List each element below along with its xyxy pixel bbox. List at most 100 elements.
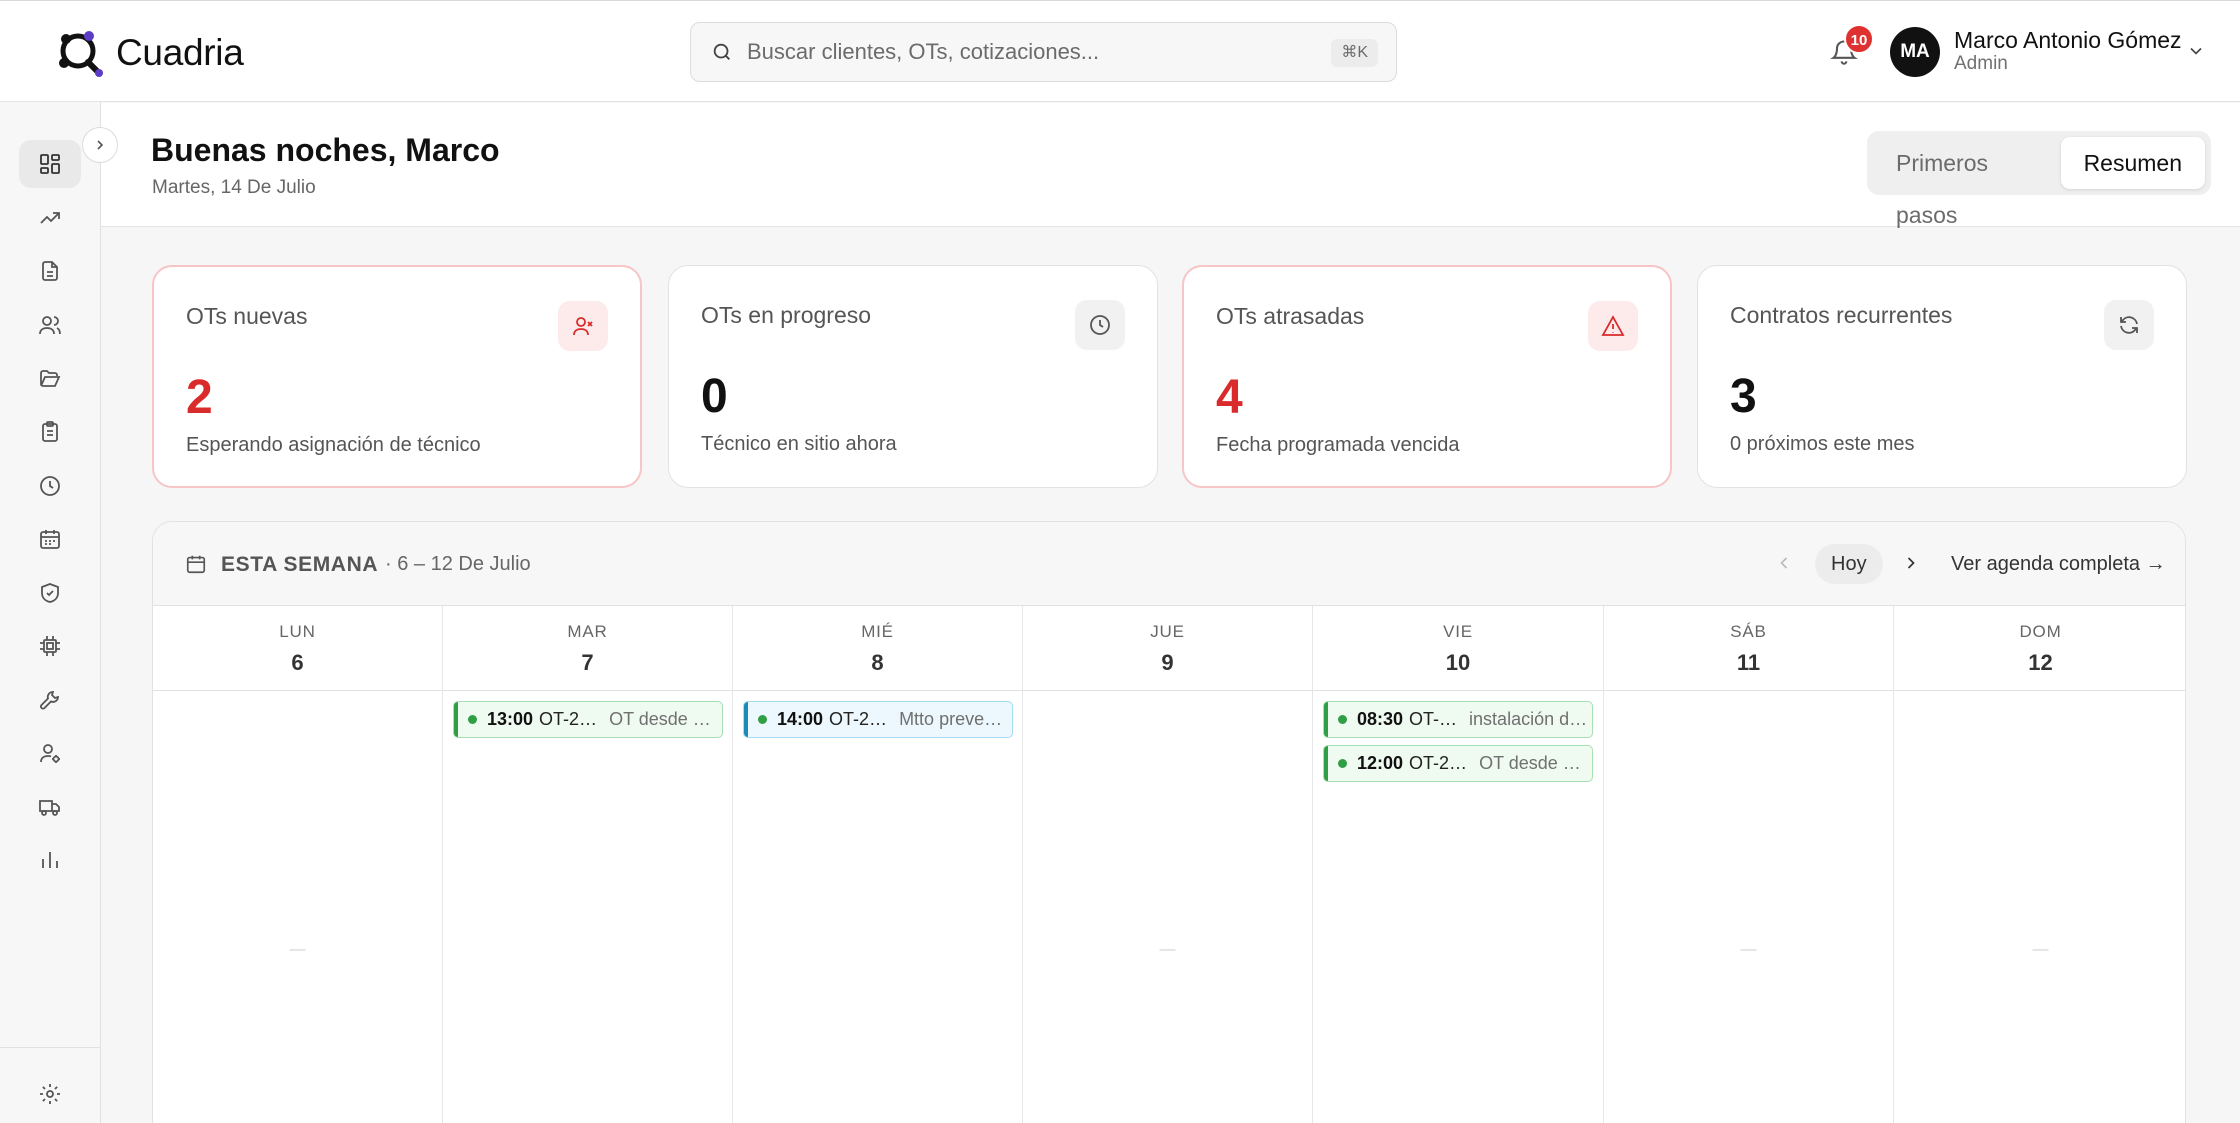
empty-day-marker: —	[1159, 941, 1176, 958]
day-name: LUN	[279, 622, 316, 641]
stat-card-value: 2	[186, 371, 213, 424]
trending-up-icon	[40, 212, 60, 224]
sidebar-item-trends[interactable]	[19, 194, 81, 242]
sidebar-item-projects[interactable]	[19, 354, 81, 402]
today-button[interactable]: Hoy	[1815, 544, 1883, 584]
day-header: SÁB 11	[1604, 606, 1893, 691]
event-code: OT-2…	[1409, 753, 1468, 773]
stat-card-value: 3	[1730, 370, 1757, 423]
chevron-left-icon	[1780, 557, 1788, 569]
search-shortcut: ⌘K	[1331, 39, 1378, 67]
stat-card-new-wo[interactable]: OTs nuevas 2 Esperando asignación de téc…	[152, 265, 642, 488]
user-menu-chevron[interactable]	[2186, 41, 2206, 66]
stat-card-value: 0	[701, 370, 728, 423]
sidebar-item-history[interactable]	[19, 462, 81, 510]
calendar-header: ESTA SEMANA · 6 – 12 De Julio Hoy Ver ag…	[153, 522, 2185, 606]
stat-card-subtitle: Fecha programada vencida	[1216, 434, 1460, 456]
day-column-fri: VIE 10 08:30 OT-… instalación d… 12:00 O…	[1313, 606, 1604, 1123]
previous-week-button[interactable]	[1774, 552, 1794, 579]
stat-card-icon	[1075, 300, 1125, 350]
sidebar-item-fleet[interactable]	[19, 783, 81, 831]
sidebar-item-reports[interactable]	[19, 836, 81, 884]
stat-card-value: 4	[1216, 371, 1243, 424]
stat-card-title: OTs atrasadas	[1216, 303, 1365, 329]
stat-card-overdue-wo[interactable]: OTs atrasadas 4 Fecha programada vencida	[1182, 265, 1672, 488]
event-time: 13:00	[487, 709, 534, 729]
day-name: MIÉ	[861, 622, 894, 641]
day-name: DOM	[2019, 622, 2062, 641]
day-header: MIÉ 8	[733, 606, 1022, 691]
day-name: SÁB	[1730, 622, 1767, 641]
user-x-icon	[573, 317, 593, 336]
user-name[interactable]: Marco Antonio Gómez	[1954, 27, 2182, 54]
sidebar-item-clients[interactable]	[19, 301, 81, 349]
stat-card-in-progress-wo[interactable]: OTs en progreso 0 Técnico en sitio ahora	[668, 265, 1158, 488]
sidebar-item-documents[interactable]	[19, 247, 81, 295]
user-role: Admin	[1954, 53, 2008, 74]
status-dot	[758, 715, 767, 724]
user-cog-icon	[40, 744, 60, 763]
event-title: OT desde …	[609, 709, 711, 729]
calendar-range: · 6 – 12 De Julio	[385, 553, 531, 575]
folder-open-icon	[40, 370, 61, 387]
sidebar-item-tasks[interactable]	[19, 408, 81, 456]
full-agenda-link[interactable]: Ver agenda completa →	[1951, 553, 2166, 576]
stat-card-subtitle: 0 próximos este mes	[1730, 433, 1915, 455]
clock-icon	[40, 476, 60, 496]
sidebar-item-tools[interactable]	[19, 676, 81, 724]
event-time: 12:00	[1357, 753, 1404, 773]
bar-chart-icon	[42, 852, 58, 868]
sidebar-item-dashboard[interactable]	[19, 140, 81, 188]
day-header: MAR 7	[443, 606, 732, 691]
day-column-thu: JUE 9 —	[1023, 606, 1313, 1123]
day-column-wed: MIÉ 8 14:00 OT-2… Mtto preve…	[733, 606, 1023, 1123]
calendar-event[interactable]: 08:30 OT-… instalación d…	[1323, 701, 1593, 738]
day-header: LUN 6	[153, 606, 442, 691]
sidebar-collapse-button[interactable]	[82, 127, 118, 163]
calendar-event[interactable]: 13:00 OT-2… OT desde …	[453, 701, 723, 738]
search-input[interactable]: Buscar clientes, OTs, cotizaciones... ⌘K	[690, 22, 1397, 82]
sidebar-item-technicians[interactable]	[19, 729, 81, 777]
status-dot	[468, 715, 477, 724]
day-column-sat: SÁB 11 —	[1604, 606, 1894, 1123]
sidebar-item-calendar[interactable]	[19, 515, 81, 563]
day-column-sun: DOM 12 —	[1894, 606, 2185, 1123]
stat-card-icon	[1588, 301, 1638, 351]
users-icon	[39, 316, 61, 335]
stat-card-icon	[558, 301, 608, 351]
stat-card-recurring-contracts[interactable]: Contratos recurrentes 3 0 próximos este …	[1697, 265, 2187, 488]
chevron-right-icon	[97, 140, 104, 150]
chevron-right-icon	[1907, 557, 1915, 569]
day-header: VIE 10	[1313, 606, 1603, 691]
empty-day-marker: —	[1740, 941, 1757, 958]
stat-card-icon	[2104, 300, 2154, 350]
calendar-title: ESTA SEMANA	[221, 553, 379, 576]
document-icon	[42, 261, 58, 281]
avatar[interactable]: MA	[1890, 27, 1940, 77]
calendar-event[interactable]: 14:00 OT-2… Mtto preve…	[743, 701, 1013, 738]
day-column-mon: LUN 6 —	[153, 606, 443, 1123]
event-time: 08:30	[1357, 709, 1404, 729]
sidebar-item-settings[interactable]	[19, 1070, 81, 1118]
empty-day-marker: —	[2032, 941, 2049, 958]
tab-primeros-pasos[interactable]: Primeros pasos	[1873, 137, 2055, 228]
page-title: Buenas noches, Marco	[151, 132, 500, 168]
stat-card-title: OTs nuevas	[186, 303, 308, 329]
calendar-event[interactable]: 12:00 OT-2… OT desde …	[1323, 745, 1593, 782]
day-name: VIE	[1443, 622, 1473, 641]
next-week-button[interactable]	[1901, 552, 1921, 579]
status-dot	[1338, 759, 1347, 768]
top-bar: Cuadria Buscar clientes, OTs, cotizacion…	[0, 0, 2240, 102]
dashboard-icon	[40, 154, 60, 174]
tab-resumen[interactable]: Resumen	[2060, 137, 2205, 189]
refresh-icon	[2120, 316, 2138, 334]
event-code: OT-2…	[829, 709, 888, 729]
sidebar-item-equipment[interactable]	[19, 622, 81, 670]
brand-logo[interactable]: Cuadria	[56, 26, 244, 80]
calendar-icon	[185, 553, 207, 580]
sidebar-item-warranty[interactable]	[19, 569, 81, 617]
notification-count-badge: 10	[1844, 24, 1874, 54]
week-calendar: ESTA SEMANA · 6 – 12 De Julio Hoy Ver ag…	[152, 521, 2186, 1123]
event-code: OT-2…	[539, 709, 598, 729]
brand-name: Cuadria	[116, 32, 244, 73]
